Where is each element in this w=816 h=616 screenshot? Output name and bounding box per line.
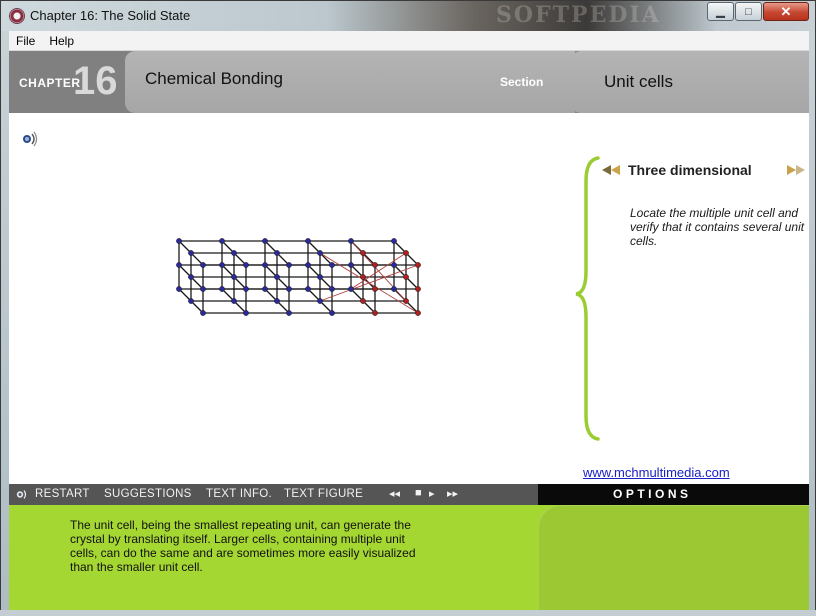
chapter-block: CHAPTER 16 [9, 51, 127, 113]
atom-red [372, 262, 378, 268]
section-label: Section [500, 75, 544, 89]
panel-instruction-text: Locate the multiple unit cell and verify… [630, 206, 805, 248]
unit-cell-edge [319, 252, 419, 314]
atom [219, 262, 225, 268]
atom [200, 310, 206, 316]
next-arrow-icon[interactable] [787, 165, 805, 175]
text-info-button[interactable]: TEXT INFO. [206, 488, 272, 500]
atom [243, 262, 249, 268]
atom-red [360, 274, 366, 280]
atom-red [403, 298, 409, 304]
atom [231, 298, 237, 304]
watermark-logo: SOFTPEDIA [496, 2, 661, 28]
atom [219, 286, 225, 292]
atom [348, 238, 354, 244]
atom [188, 250, 194, 256]
atom [188, 298, 194, 304]
restart-button[interactable]: RESTART [35, 488, 90, 500]
atom [188, 274, 194, 280]
application-window: Chapter 16: The Solid State SOFTPEDIA ▁ … [0, 0, 816, 616]
window-bottom-border [0, 610, 816, 616]
atom [391, 286, 397, 292]
atom [274, 298, 280, 304]
atom [176, 238, 182, 244]
close-button[interactable]: ✕ [763, 2, 809, 21]
atom [391, 238, 397, 244]
atom-red [403, 274, 409, 280]
maximize-button[interactable]: □ [735, 2, 762, 21]
previous-arrow-icon[interactable] [602, 165, 620, 175]
atom [231, 250, 237, 256]
atom [348, 286, 354, 292]
atom [262, 286, 268, 292]
atom [305, 238, 311, 244]
chapter-title: Chemical Bonding [145, 69, 283, 88]
toolbar-speaker-icon[interactable] [15, 488, 29, 501]
website-link[interactable]: www.mchmultimedia.com [583, 465, 730, 480]
options-panel [538, 505, 809, 611]
curly-brace-icon [575, 156, 600, 441]
atom [200, 262, 206, 268]
atom [305, 286, 311, 292]
atom [348, 262, 354, 268]
play-button[interactable]: ▸ [429, 487, 435, 500]
menu-file[interactable]: File [9, 34, 42, 48]
atom [329, 286, 335, 292]
atom-red [415, 286, 421, 292]
atom [317, 274, 323, 280]
title-bar[interactable]: Chapter 16: The Solid State SOFTPEDIA ▁ … [1, 1, 815, 31]
atom [262, 238, 268, 244]
atom [176, 286, 182, 292]
atom [391, 262, 397, 268]
atom [274, 274, 280, 280]
atom-red [372, 310, 378, 316]
atom-red [372, 286, 378, 292]
menu-help[interactable]: Help [42, 34, 81, 48]
fast-forward-button[interactable]: ▸▸ [447, 487, 458, 500]
chapter-number: 16 [73, 59, 118, 103]
atom-red [403, 250, 409, 256]
section-title: Unit cells [604, 72, 673, 91]
atom-red [360, 250, 366, 256]
atom [219, 238, 225, 244]
menu-bar: File Help [9, 31, 809, 51]
lattice-grid [178, 240, 419, 314]
app-content: CHAPTER 16 Chemical Bonding Section Unit… [9, 51, 809, 611]
atom [286, 310, 292, 316]
atom [200, 286, 206, 292]
atom [231, 274, 237, 280]
atom-red [415, 310, 421, 316]
caption-text: The unit cell, being the smallest repeat… [70, 518, 416, 574]
suggestions-button[interactable]: SUGGESTIONS [104, 488, 192, 500]
atom [286, 262, 292, 268]
minimize-button[interactable]: ▁ [707, 2, 734, 21]
atom-red [415, 262, 421, 268]
atom [176, 262, 182, 268]
crystal-lattice-figure[interactable] [159, 231, 429, 361]
panel-title: Three dimensional [628, 162, 752, 178]
atom-red [360, 298, 366, 304]
atom [305, 262, 311, 268]
chapter-label: CHAPTER [19, 76, 81, 90]
window-title: Chapter 16: The Solid State [30, 8, 191, 23]
atom [243, 286, 249, 292]
atom [329, 262, 335, 268]
unit-cell-edge [350, 240, 407, 302]
atom [274, 250, 280, 256]
atom [317, 298, 323, 304]
rewind-button[interactable]: ◂◂ [389, 487, 400, 500]
atom [329, 310, 335, 316]
atom [286, 286, 292, 292]
atom [243, 310, 249, 316]
app-icon[interactable] [9, 8, 25, 24]
chapter-header: CHAPTER 16 Chemical Bonding Section Unit… [9, 51, 809, 113]
text-figure-button[interactable]: TEXT FIGURE [284, 488, 363, 500]
speaker-icon[interactable] [21, 131, 39, 147]
atom [262, 262, 268, 268]
stop-button[interactable]: ■ [415, 487, 422, 499]
atom [317, 250, 323, 256]
options-label[interactable]: OPTIONS [613, 487, 692, 501]
